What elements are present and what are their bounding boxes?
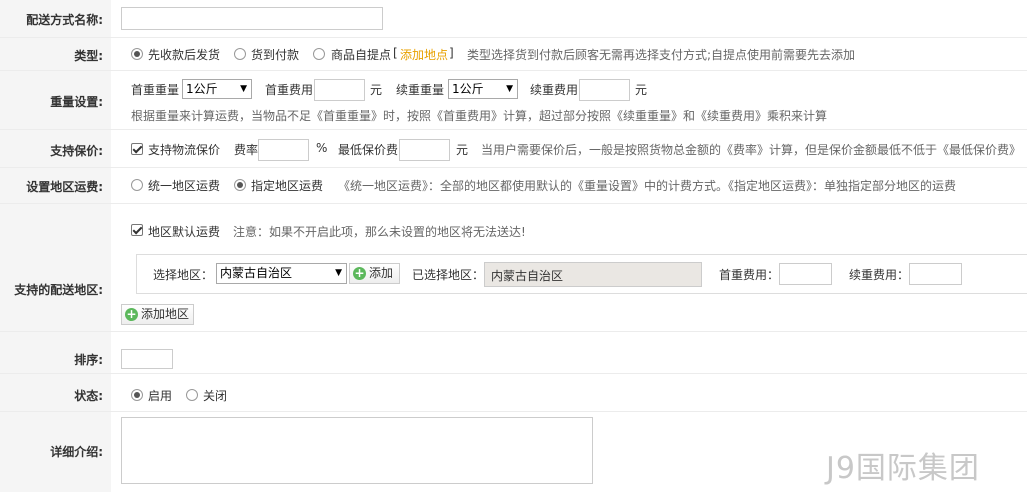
cont-weight-label: 续重重量 — [396, 83, 445, 97]
chevron-down-icon: ▼ — [240, 84, 247, 94]
percent-label: % — [316, 141, 328, 155]
weight-label: 重量设置: — [50, 95, 103, 109]
shipping-name-input[interactable] — [121, 7, 383, 30]
type-hint: 类型选择货到付款后顾客无需再选择支付方式;自提点使用前需要先去添加 — [467, 48, 856, 62]
type-radio-pickup[interactable] — [313, 48, 325, 60]
first-fee-label: 首重费用 — [265, 83, 314, 97]
type-opt1-label: 先收款后发货 — [148, 48, 221, 62]
area-opt1-label: 统一地区运费 — [148, 179, 221, 193]
sort-label: 排序: — [74, 353, 103, 367]
type-opt2-label: 货到付款 — [251, 48, 300, 62]
cont-weight-value: 1公斤 — [452, 82, 484, 96]
region-row: 选择地区： 内蒙古自治区 ▼ + 添加 已选择地区： 内蒙古自治区 首重费用： … — [136, 254, 1027, 294]
name-label: 配送方式名称: — [26, 13, 103, 27]
add-btn-label: 添加 — [369, 266, 394, 280]
default-fee-label: 地区默认运费 — [148, 225, 221, 239]
watermark: J9国际集团 — [826, 451, 980, 486]
first-weight-value: 1公斤 — [186, 82, 218, 96]
type-label: 类型: — [74, 49, 103, 63]
add-region-item-button[interactable]: + 添加 — [349, 263, 400, 284]
cont-fee-unit: 元 — [635, 83, 648, 97]
type-opt3-label: 商品自提点 — [331, 48, 392, 62]
selected-region-value: 内蒙古自治区 — [491, 269, 564, 283]
area-radio-unified[interactable] — [131, 179, 143, 191]
select-region-label: 选择地区： — [153, 268, 214, 282]
first-weight-select[interactable]: 1公斤 ▼ — [182, 79, 252, 99]
first-fee-input[interactable] — [314, 79, 365, 101]
selected-region-label: 已选择地区： — [412, 268, 485, 282]
weight-hint: 根据重量来计算运费，当物品不足《首重重量》时，按照《首重费用》计算，超过部分按照… — [131, 109, 828, 123]
regions-label: 支持的配送地区: — [14, 283, 103, 297]
status-radio-off[interactable] — [186, 389, 198, 401]
cont-fee-label: 续重费用 — [530, 83, 579, 97]
region-first-fee-input[interactable] — [779, 263, 832, 285]
min-fee-unit: 元 — [456, 143, 469, 157]
row-status: 状态: 启用 关闭 — [0, 374, 1027, 412]
region-select-value: 内蒙古自治区 — [220, 266, 293, 280]
insure-label: 支持保价: — [50, 144, 103, 158]
row-name: 配送方式名称: — [0, 0, 1027, 38]
row-weight: 重量设置: 首重重量 1公斤 ▼ 首重费用 元 续重重量 1公斤 ▼ 续重费用 … — [0, 71, 1027, 130]
first-fee-unit: 元 — [370, 83, 383, 97]
detail-textarea[interactable] — [121, 417, 593, 484]
row-area: 设置地区运费: 统一地区运费 指定地区运费 《统一地区运费》：全部的地区都使用默… — [0, 168, 1027, 204]
first-weight-label: 首重重量 — [131, 83, 180, 97]
selected-region-field: 内蒙古自治区 — [484, 262, 702, 287]
chevron-down-icon: ▼ — [335, 268, 342, 278]
type-radio-cod[interactable] — [234, 48, 246, 60]
insure-checkbox[interactable] — [131, 143, 143, 155]
bracket-close: ] — [449, 46, 454, 60]
row-type: 类型: 先收款后发货 货到付款 商品自提点 [ 添加地点 ] 类型选择货到付款后… — [0, 38, 1027, 71]
area-hint: 《统一地区运费》：全部的地区都使用默认的《重量设置》中的计费方式。《指定地区运费… — [338, 179, 957, 193]
default-fee-checkbox[interactable] — [131, 224, 143, 236]
min-fee-input[interactable] — [399, 139, 450, 161]
area-label: 设置地区运费: — [26, 180, 103, 194]
insure-hint: 当用户需要保价后，一般是按照货物总金额的《费率》计算，但是保价金额最低不低于《最… — [481, 143, 1022, 157]
min-fee-label: 最低保价费 — [338, 143, 399, 157]
region-first-fee-label: 首重费用： — [719, 268, 780, 282]
detail-label: 详细介绍: — [50, 445, 103, 459]
plus-icon: + — [125, 307, 138, 321]
rate-label: 费率 — [234, 143, 259, 157]
rate-input[interactable] — [258, 139, 309, 161]
plus-icon: + — [353, 266, 366, 280]
default-fee-hint: 注意：如果不开启此项，那么未设置的地区将无法送达! — [233, 225, 526, 239]
add-pickup-point-link[interactable]: 添加地点 — [400, 46, 448, 63]
status-opt1-label: 启用 — [148, 389, 173, 403]
cont-fee-input[interactable] — [579, 79, 630, 101]
sort-input[interactable] — [121, 349, 173, 369]
bracket-open: [ — [393, 46, 398, 60]
area-opt2-label: 指定地区运费 — [251, 179, 324, 193]
type-radio-prepay[interactable] — [131, 48, 143, 60]
area-radio-specified[interactable] — [234, 179, 246, 191]
row-sort: 排序: — [0, 332, 1027, 374]
status-radio-on[interactable] — [131, 389, 143, 401]
status-opt2-label: 关闭 — [203, 389, 228, 403]
region-cont-fee-label: 续重费用： — [849, 268, 910, 282]
insure-check-label: 支持物流保价 — [148, 143, 221, 157]
status-label: 状态: — [74, 389, 103, 403]
add-region-button[interactable]: + 添加地区 — [121, 304, 194, 325]
region-select[interactable]: 内蒙古自治区 ▼ — [216, 263, 347, 284]
cont-weight-select[interactable]: 1公斤 ▼ — [448, 79, 518, 99]
region-cont-fee-input[interactable] — [909, 263, 962, 285]
row-insure: 支持保价: 支持物流保价 费率 % 最低保价费 元 当用户需要保价后，一般是按照… — [0, 130, 1027, 168]
add-region-label: 添加地区 — [141, 307, 190, 321]
chevron-down-icon: ▼ — [506, 84, 513, 94]
